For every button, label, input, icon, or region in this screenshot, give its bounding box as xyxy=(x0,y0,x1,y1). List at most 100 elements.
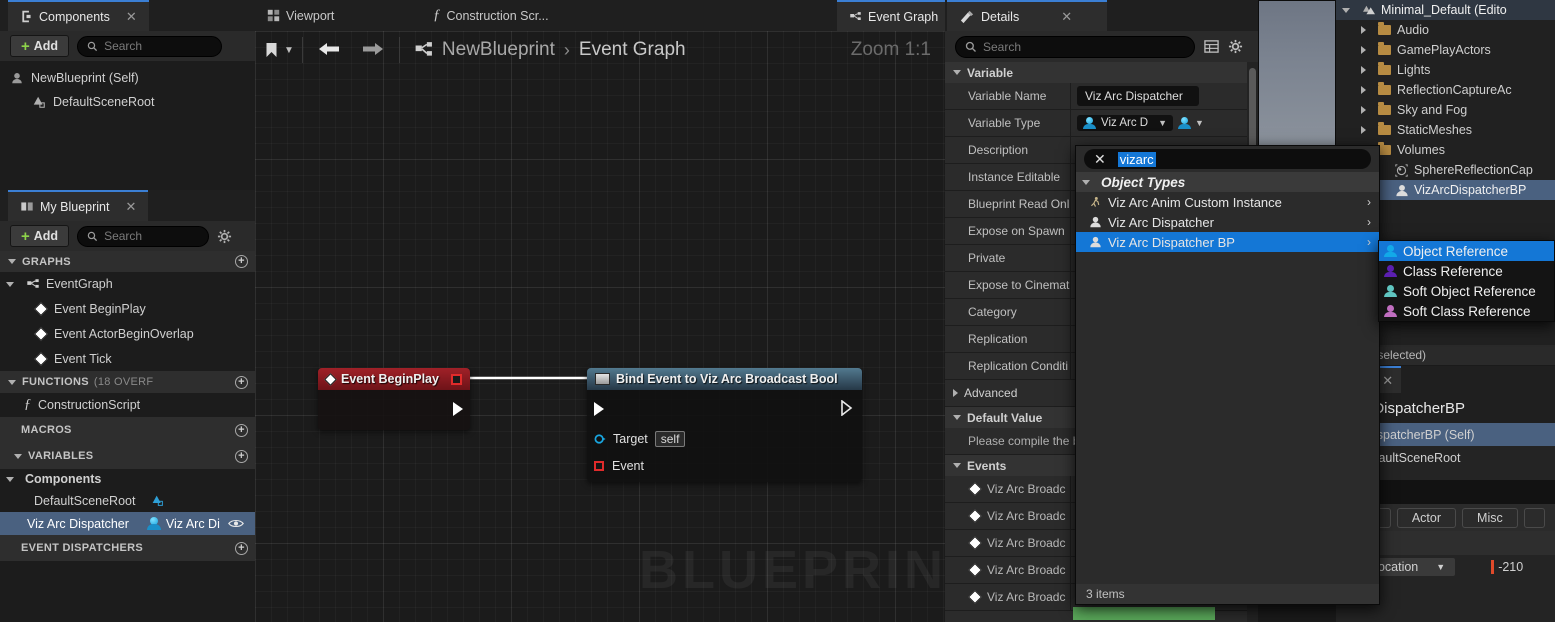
exec-pin-in[interactable] xyxy=(594,402,604,416)
chevron-right-icon[interactable] xyxy=(1361,126,1366,134)
add-macro-button[interactable]: + xyxy=(235,424,248,437)
outliner-item[interactable]: Audio xyxy=(1336,20,1555,40)
variables-group-components[interactable]: Components xyxy=(0,469,255,489)
variable-item-defaultsceneroot[interactable]: DefaultSceneRoot xyxy=(0,489,255,512)
chevron-down-icon[interactable]: ▼ xyxy=(1158,118,1167,128)
add-blueprint-item-button[interactable]: + Add xyxy=(10,225,69,247)
function-item-constructionscript[interactable]: ƒ ConstructionScript xyxy=(0,393,255,417)
component-item-defaultsceneroot[interactable]: DefaultSceneRoot xyxy=(0,90,255,114)
chevron-down-icon[interactable] xyxy=(953,415,961,420)
submenu-item[interactable]: Object Reference xyxy=(1379,241,1554,261)
submenu-item[interactable]: Soft Object Reference xyxy=(1379,281,1554,301)
dropdown-group-object-types[interactable]: Object Types xyxy=(1076,172,1379,192)
gear-icon[interactable] xyxy=(217,229,232,244)
chevron-down-icon[interactable] xyxy=(8,259,16,264)
bookmark-button[interactable]: ▼ xyxy=(255,42,302,58)
chevron-right-icon[interactable] xyxy=(1361,106,1366,114)
dropdown-item[interactable]: Viz Arc Dispatcher› xyxy=(1076,212,1379,232)
chevron-right-icon[interactable] xyxy=(1361,86,1366,94)
section-graphs[interactable]: GRAPHS + xyxy=(0,251,255,272)
filter-misc[interactable]: Misc xyxy=(1462,508,1518,528)
add-graph-button[interactable]: + xyxy=(235,255,248,268)
outliner-item[interactable]: Sky and Fog xyxy=(1336,100,1555,120)
components-search-input[interactable]: Search xyxy=(77,36,222,57)
add-event-dispatcher-button[interactable]: + xyxy=(235,542,248,555)
details-section-variable[interactable]: Variable xyxy=(945,62,1258,83)
object-pin-icon[interactable] xyxy=(594,433,606,445)
chevron-down-icon[interactable] xyxy=(6,282,14,287)
back-button[interactable] xyxy=(303,41,351,60)
close-icon[interactable]: ✕ xyxy=(1094,152,1106,166)
my-blueprint-search-input[interactable]: Search xyxy=(77,226,209,247)
delegate-pin-out[interactable] xyxy=(451,374,462,385)
grid-icon[interactable] xyxy=(1204,39,1219,54)
close-icon[interactable]: ✕ xyxy=(1382,373,1393,389)
filter-more[interactable] xyxy=(1524,508,1545,528)
forward-button[interactable] xyxy=(351,41,395,60)
submenu-item[interactable]: Soft Class Reference xyxy=(1379,301,1554,321)
chevron-down-icon[interactable]: ▼ xyxy=(1195,118,1204,128)
chevron-right-icon[interactable] xyxy=(1361,46,1366,54)
tab-components[interactable]: Components ✕ xyxy=(8,0,149,31)
gear-icon[interactable] xyxy=(1228,39,1243,54)
dropdown-search-field[interactable]: ✕ vizarc xyxy=(1084,149,1371,169)
tab-details[interactable]: Details ✕ xyxy=(947,0,1107,31)
section-variables[interactable]: VARIABLES + xyxy=(0,443,255,469)
dropdown-item[interactable]: Viz Arc Dispatcher BP› xyxy=(1076,232,1379,252)
outliner-item[interactable]: StaticMeshes xyxy=(1336,120,1555,140)
variable-type-combo[interactable]: Viz Arc D ▼ xyxy=(1077,115,1173,131)
outliner-item[interactable]: Minimal_Default (Edito xyxy=(1336,0,1555,20)
chevron-right-icon[interactable]: › xyxy=(1367,235,1371,249)
section-event-dispatchers[interactable]: EVENT DISPATCHERS + xyxy=(0,535,255,561)
outliner-item[interactable]: GamePlayActors xyxy=(1336,40,1555,60)
chevron-down-icon[interactable] xyxy=(953,463,961,468)
submenu-item[interactable]: Class Reference xyxy=(1379,261,1554,281)
filter-actor[interactable]: Actor xyxy=(1397,508,1456,528)
pin-target-value[interactable]: self xyxy=(655,431,686,447)
chevron-down-icon[interactable] xyxy=(953,70,961,75)
node-event-beginplay[interactable]: Event BeginPlay xyxy=(318,368,470,430)
chevron-right-icon[interactable] xyxy=(1361,66,1366,74)
chevron-right-icon[interactable] xyxy=(1361,26,1366,34)
tab-my-blueprint[interactable]: My Blueprint ✕ xyxy=(8,190,148,221)
tab-construction-script[interactable]: ƒ Construction Scr... xyxy=(421,0,561,31)
graph-item-event-tick[interactable]: Event Tick xyxy=(0,346,255,371)
variable-subtype-combo[interactable]: ▼ xyxy=(1178,117,1204,129)
variable-name-input[interactable]: Viz Arc Dispatcher xyxy=(1077,86,1199,106)
chevron-right-icon[interactable]: › xyxy=(1367,195,1371,209)
node-bind-event[interactable]: Bind Event to Viz Arc Broadcast Bool Tar… xyxy=(587,368,862,482)
graph-item-eventgraph[interactable]: EventGraph xyxy=(0,272,255,296)
dropdown-item[interactable]: Viz Arc Anim Custom Instance› xyxy=(1076,192,1379,212)
close-icon[interactable]: ✕ xyxy=(1061,9,1072,25)
graph-item-event-actorbeginoverlap[interactable]: Event ActorBeginOverlap xyxy=(0,321,255,346)
delegate-pin-icon[interactable] xyxy=(594,461,604,471)
chevron-down-icon[interactable] xyxy=(14,454,22,459)
close-icon[interactable]: ✕ xyxy=(125,199,136,215)
add-component-button[interactable]: + Add xyxy=(10,35,69,57)
outliner-item[interactable]: ReflectionCaptureAc xyxy=(1336,80,1555,100)
chevron-down-icon[interactable] xyxy=(1082,180,1090,185)
section-functions[interactable]: FUNCTIONS (18 OVERF + xyxy=(0,371,255,393)
breadcrumb-event-graph[interactable]: Event Graph xyxy=(579,39,686,61)
variable-item-viz-arc-dispatcher[interactable]: Viz Arc Dispatcher Viz Arc Di xyxy=(0,512,255,535)
close-icon[interactable]: ✕ xyxy=(126,9,137,25)
component-item-self[interactable]: NewBlueprint (Self) xyxy=(0,66,255,90)
blueprint-graph-canvas[interactable]: ▼ NewBlueprint xyxy=(255,31,945,622)
chevron-right-icon[interactable]: › xyxy=(1367,215,1371,229)
eye-icon[interactable] xyxy=(228,518,244,529)
exec-pin-out[interactable] xyxy=(841,400,855,416)
section-macros[interactable]: MACROS + xyxy=(0,417,255,443)
exec-pin-out[interactable] xyxy=(453,402,463,416)
add-function-button[interactable]: + xyxy=(235,376,248,389)
breadcrumb-newblueprint[interactable]: NewBlueprint xyxy=(442,39,555,61)
add-variable-button[interactable]: + xyxy=(235,450,248,463)
tab-viewport[interactable]: Viewport xyxy=(255,0,346,31)
location-x-field[interactable]: -210 xyxy=(1491,560,1523,574)
chevron-down-icon[interactable]: ▼ xyxy=(284,45,294,56)
details-search-input[interactable]: Search xyxy=(955,36,1195,58)
reference-type-submenu[interactable]: Object ReferenceClass ReferenceSoft Obje… xyxy=(1378,240,1555,322)
chevron-down-icon[interactable]: ▼ xyxy=(1436,562,1445,572)
graph-item-event-beginplay[interactable]: Event BeginPlay xyxy=(0,296,255,321)
variable-type-dropdown[interactable]: ✕ vizarc Object Types Viz Arc Anim Custo… xyxy=(1075,145,1380,605)
chevron-down-icon[interactable] xyxy=(6,477,14,482)
